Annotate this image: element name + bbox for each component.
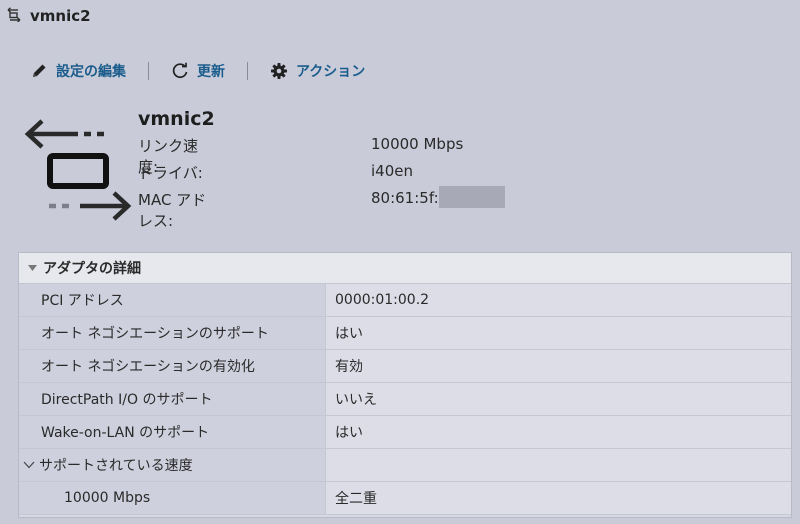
toolbar-divider xyxy=(247,62,248,80)
summary-label: MAC アドレス: xyxy=(138,191,207,230)
toolbar-divider xyxy=(148,62,149,80)
table-row: オート ネゴシエーションの有効化 有効 xyxy=(19,350,791,383)
property-value: はい xyxy=(325,317,791,349)
toolbar: 設定の編集 更新 アクション xyxy=(30,59,365,83)
property-value: 0000:01:00.2 xyxy=(325,284,791,316)
adapter-details-header[interactable]: アダプタの詳細 xyxy=(19,253,791,284)
gear-icon xyxy=(271,63,287,79)
network-adapter-large-icon xyxy=(24,118,134,228)
redaction-mask xyxy=(438,185,505,208)
adapter-details-panel: アダプタの詳細 PCI アドレス 0000:01:00.2 オート ネゴシエーシ… xyxy=(18,252,792,518)
property-label: 10000 Mbps xyxy=(19,482,325,514)
pencil-icon xyxy=(33,64,46,77)
property-value: 有効 xyxy=(325,350,791,382)
table-row: DirectPath I/O のサポート いいえ xyxy=(19,383,791,416)
property-value: いいえ xyxy=(325,383,791,415)
network-adapter-icon xyxy=(6,6,22,26)
chevron-down-icon[interactable] xyxy=(23,461,35,469)
refresh-label: 更新 xyxy=(197,64,225,80)
supported-speeds-group-row[interactable]: サポートされている速度 xyxy=(19,449,791,482)
adapter-details-title: アダプタの詳細 xyxy=(43,261,141,277)
property-label: オート ネゴシエーションのサポート xyxy=(19,317,325,349)
table-row: 10000 Mbps 全二重 xyxy=(19,482,791,515)
property-label: Wake-on-LAN のサポート xyxy=(19,416,325,448)
summary-value: 10000 Mbps xyxy=(371,135,464,153)
title-bar: vmnic2 xyxy=(6,6,91,26)
group-label-cell: サポートされている速度 xyxy=(19,449,325,481)
property-value-empty xyxy=(325,449,791,481)
property-label: DirectPath I/O のサポート xyxy=(19,383,325,415)
table-row: オート ネゴシエーションのサポート はい xyxy=(19,317,791,350)
property-value: 全二重 xyxy=(325,482,791,514)
caret-down-icon xyxy=(28,265,37,271)
actions-label: アクション xyxy=(296,64,366,80)
refresh-icon xyxy=(172,62,188,79)
adapter-summary: vmnic2 リンク速度: 10000 Mbps ドライバ: i40en MAC… xyxy=(138,108,505,230)
summary-label: ドライバ: xyxy=(138,164,203,182)
mac-address-value: 80:61:5f: xyxy=(371,185,505,208)
summary-row-link-speed: リンク速度: 10000 Mbps xyxy=(138,133,463,176)
actions-button[interactable]: アクション xyxy=(270,61,365,81)
property-label: オート ネゴシエーションの有効化 xyxy=(19,350,325,382)
property-value: はい xyxy=(325,416,791,448)
summary-value: 80:61:5f: xyxy=(371,189,439,207)
window-title: vmnic2 xyxy=(30,7,91,25)
summary-row-driver: ドライバ: i40en xyxy=(138,160,413,187)
refresh-button[interactable]: 更新 xyxy=(171,61,225,81)
table-row: PCI アドレス 0000:01:00.2 xyxy=(19,284,791,317)
summary-value: i40en xyxy=(371,162,413,180)
table-row: Wake-on-LAN のサポート はい xyxy=(19,416,791,449)
property-label: PCI アドレス xyxy=(19,284,325,316)
property-label: サポートされている速度 xyxy=(39,458,193,474)
summary-row-mac-address: MAC アドレス: 80:61:5f: xyxy=(138,185,505,230)
edit-settings-label: 設定の編集 xyxy=(56,64,126,80)
edit-settings-button[interactable]: 設定の編集 xyxy=(30,61,126,81)
adapter-name: vmnic2 xyxy=(138,108,215,130)
